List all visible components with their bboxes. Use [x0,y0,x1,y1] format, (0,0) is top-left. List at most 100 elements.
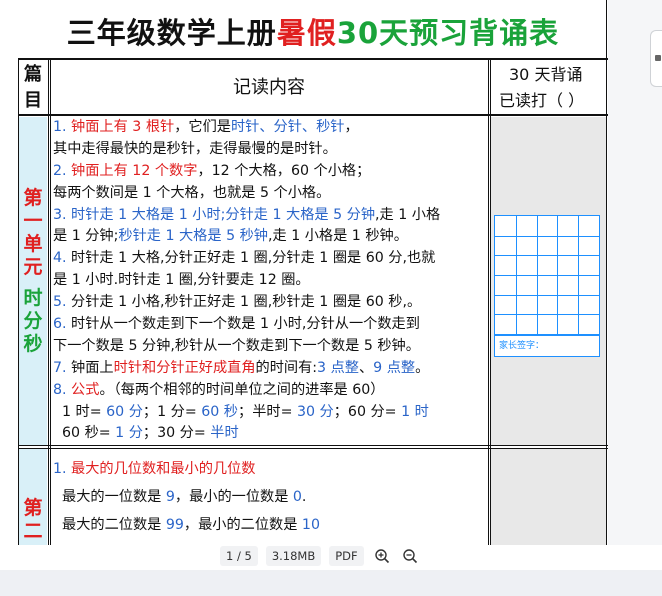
content-segment: 的时间有: [255,359,318,376]
content-segment: ，12 个大格，60 个小格； [197,162,371,179]
content-segment: ， [344,119,359,135]
zoom-out-button[interactable] [400,546,420,566]
title-part-1: 三年级数学上册 [66,16,277,50]
page-indicator[interactable]: 1 / 5 [220,546,258,566]
content-segment: 5. [53,294,72,311]
content-segment: 1 时= [53,403,107,420]
content-segment: 时针、分针、秒针 [230,119,345,135]
content-segment: 最大的一位数是 [53,489,166,505]
content-line: 是 1 分钟;秒针走 1 大格是 5 秒钟,走 1 小格是 1 秒钟。 [53,226,489,248]
content-segment: ,走 1 小格 [375,206,441,223]
content-segment: 7. [53,359,72,376]
content-line: 6. 时针从一个数走到下一个数是 1 小时,分针从一个数走到 [53,314,489,336]
content-segment: 60 分 [106,403,143,420]
unit1-topic-char: 时 [23,287,43,309]
grid-line [495,255,599,257]
grid-line [495,235,599,237]
unit1-topic-char: 分 [23,310,43,332]
content-line: 4. 时针走 1 大格,分针正好走 1 圈,分针走 1 圈是 60 分,也就 [53,248,489,270]
title-part-2: 暑假 [276,16,337,50]
col1-divider [48,58,49,545]
content-segment: 最大的二位数是 [53,517,166,533]
content-segment: 9 点整 [373,359,416,376]
content-segment: 2. [53,162,72,179]
content-segment: 是 1 小时.时针走 1 圈,分针要走 12 圈。 [53,272,310,289]
content-segment: ；1 分= [142,403,202,420]
content-segment: 公式 [71,381,100,398]
content-segment: 最大的几位数和最小的几位数 [71,461,256,477]
content-segment: ；30 分= [142,425,211,442]
content-line: 2. 钟面上有 12 个数字，12 个大格，60 个小格； [53,161,489,183]
content-line: 5. 分针走 1 小格,秒针正好走 1 圈,秒针走 1 圈是 60 秒,。 [53,292,489,314]
header-checkin-line1: 30 天背诵 [509,65,583,84]
content-segment: 1 时 [401,403,429,420]
content-segment: . [301,489,307,505]
grid-line [495,314,599,316]
content-segment: 。 [415,359,430,376]
zoom-in-icon [374,549,389,564]
content-line: 每两个数间是 1 个大格，也就是 5 个小格。 [53,183,489,205]
content-segment: 60 秒 [201,403,238,420]
unit2-char: 第 [23,497,43,519]
content-segment: 。（每两个相邻的时间单位之间的进率是 60） [99,381,385,398]
content-segment: ；60 分= [333,403,402,420]
content-segment: 秒针走 1 大格是 5 秒钟 [118,228,268,245]
unit2-top-border [18,448,608,449]
col1-divider-inner [50,58,51,545]
content-line: 3. 时针走 1 大格是 1 小时;分针走 1 大格是 5 分钟,走 1 小格 [53,205,489,227]
content-segment: 半时 [210,425,239,442]
content-segment: 3 点整 [317,359,359,376]
title-part-3: 30天预习背诵表 [336,16,560,50]
content-line: 60 秒= 1 分；30 分= 半时 [53,423,489,445]
file-size: 3.18MB [265,546,322,566]
parent-signature-box[interactable]: 家长签字： [494,335,600,357]
content-segment: 8. [53,381,72,398]
content-segment: 、 [358,359,374,376]
content-line: 1. 钟面上有 3 根针，它们是时针、分针、秒针， [53,117,489,139]
panel-handle-icon [655,55,661,61]
unit1-char: 一 [23,210,43,232]
content-segment: 时针走 1 大格是 1 小时;分针走 1 大格是 5 分钟 [71,206,376,223]
content-segment: ,走 1 小格是 1 秒钟。 [267,228,408,245]
content-segment: 6. [53,316,72,333]
header-checkin-line2: 已读打（ ） [499,91,585,110]
content-segment: 99 [165,517,184,533]
unit2-check-column [491,449,606,545]
content-segment: ，它们是 [174,119,231,135]
unit1-name-green: 时 分 秒 [19,287,47,356]
content-line: 8. 公式。（每两个相邻的时间单位之间的进率是 60） [53,380,489,402]
content-segment: 钟面上有 12 个数字 [71,162,198,179]
content-segment: 0 [292,489,302,505]
content-segment: 每两个数间是 1 个大格，也就是 5 个小格。 [53,184,331,201]
zoom-out-icon [402,549,417,564]
content-segment: 下一个数是 5 分钟,秒针从一个数走到下一个数是 5 秒钟。 [53,337,420,354]
header-category-line2: 目 [24,90,42,111]
content-line: 1 时= 60 分；1 分= 60 秒；半时= 30 分；60 分= 1 时 [53,402,489,424]
col2-divider-inner [490,58,491,545]
content-line: 下一个数是 5 分钟,秒针从一个数走到下一个数是 5 秒钟。 [53,336,489,358]
content-segment: 钟面上 [71,359,114,376]
unit1-content: 1. 钟面上有 3 根针，它们是时针、分针、秒针， 其中走得最快的是秒针，走得最慢… [53,117,489,445]
zoom-in-button[interactable] [372,546,392,566]
content-segment: 是 1 分钟; [53,228,119,245]
content-line: 最大的二位数是 99，最小的二位数是 10 [53,511,489,539]
parent-signature-label: 家长签字： [499,341,545,351]
content-segment: 1. [53,119,72,135]
unit1-name-red: 第 一 单 元 [19,187,47,279]
checkin-grid[interactable] [494,215,600,335]
content-line: 最大的一位数是 9，最小的一位数是 0. [53,483,489,511]
content-line: 1. 最大的几位数和最小的几位数 [53,455,489,483]
unit1-topic-char: 秒 [23,333,43,355]
table-top-border [18,58,608,60]
page-title: 三年级数学上册暑假30天预习背诵表 [18,8,608,58]
side-panel-tab[interactable] [650,30,662,87]
content-segment: 钟面上有 3 根针 [71,119,175,135]
header-bottom-border [18,114,608,116]
content-segment: 时针和分针正好成直角 [113,359,256,376]
unit2-char: 二 [23,520,43,542]
content-line: 7. 钟面上时针和分针正好成直角的时间有:3 点整、9 点整。 [53,358,489,380]
document-page: 三年级数学上册暑假30天预习背诵表 篇 目 记读内容 30 天背诵 已读打（ ）… [0,0,608,545]
content-segment: 时针从一个数走到下一个数是 1 小时,分针从一个数走到 [71,316,420,333]
content-segment: 4. [53,250,72,267]
unit1-char: 第 [23,187,43,209]
